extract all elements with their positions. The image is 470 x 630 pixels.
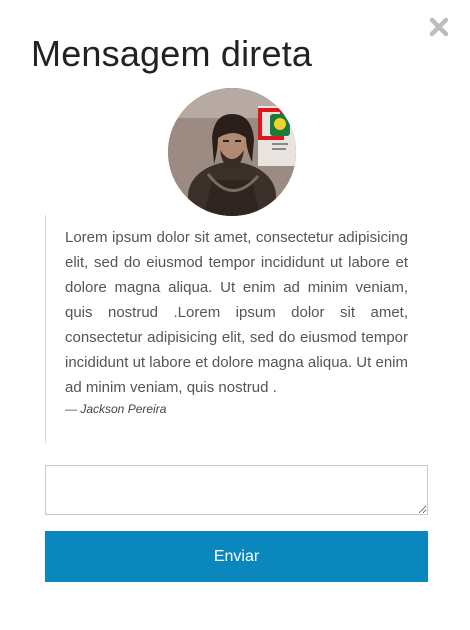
quote-author: — Jackson Pereira bbox=[65, 402, 167, 416]
quote-text: Lorem ipsum dolor sit amet, consectetur … bbox=[65, 229, 408, 396]
message-field[interactable] bbox=[45, 465, 428, 515]
close-icon bbox=[429, 17, 449, 37]
direct-message-modal: Mensagem direta Lorem ipsum dolor sit am… bbox=[0, 0, 470, 630]
testimonial-quote: Lorem ipsum dolor sit amet, consectetur … bbox=[45, 215, 408, 443]
modal-title: Mensagem direta bbox=[31, 33, 313, 74]
send-button[interactable]: Enviar bbox=[45, 531, 428, 582]
avatar-image bbox=[168, 88, 296, 216]
close-button[interactable] bbox=[426, 14, 452, 40]
avatar bbox=[168, 88, 296, 216]
